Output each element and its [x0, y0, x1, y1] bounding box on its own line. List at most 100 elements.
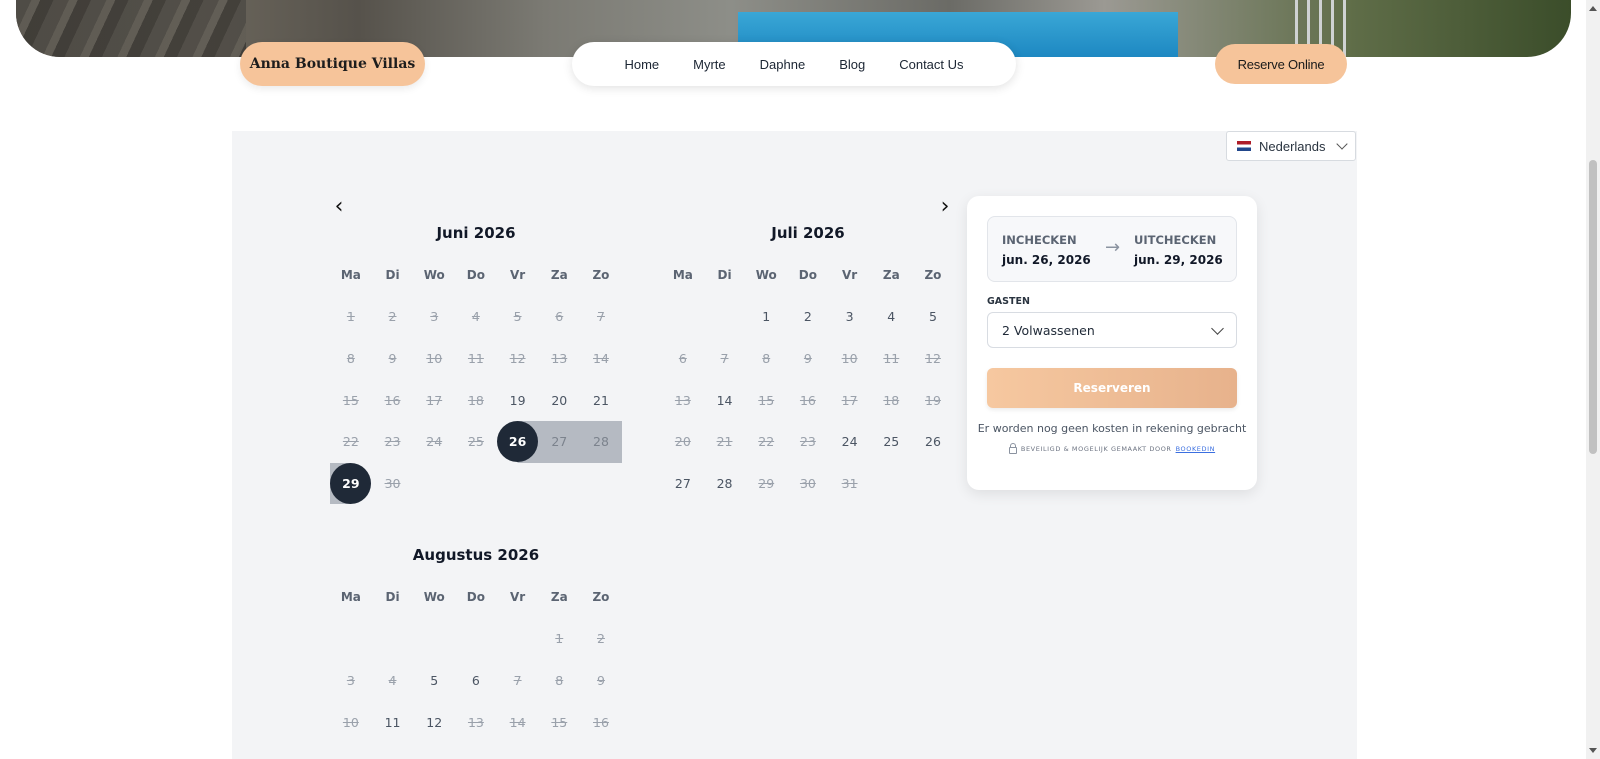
calendar-day[interactable]: 19 [497, 379, 539, 421]
calendar-empty-cell [704, 296, 746, 338]
calendar-day[interactable]: 28 [704, 463, 746, 505]
scroll-down-icon[interactable] [1589, 748, 1597, 753]
calendar-day: 7 [513, 673, 522, 689]
weekday-label: Di [385, 268, 400, 282]
guests-value: 2 Volwassenen [1002, 322, 1095, 338]
calendar-day[interactable]: 1 [745, 296, 787, 338]
calendar-day[interactable]: 20 [538, 379, 580, 421]
weekday-label: Za [550, 268, 568, 282]
calendar-day: 28 [580, 421, 622, 463]
scroll-up-icon[interactable] [1589, 6, 1597, 11]
weekday-label: Ma [672, 268, 693, 282]
checkout-value: jun. 29, 2026 [1134, 253, 1223, 267]
calendar-day[interactable]: 27 [662, 463, 704, 505]
weekday-label: Ma [340, 268, 361, 282]
secure-text: Beveiligd & mogelijk gemaakt door [1020, 445, 1172, 453]
calendar-day: 15 [551, 714, 568, 730]
page-scrollbar[interactable] [1586, 0, 1600, 759]
prev-month-button[interactable]: ‹ [329, 194, 349, 219]
calendar-day: 8 [555, 673, 564, 689]
nav-item-myrte[interactable]: Myrte [693, 57, 726, 72]
calendar-day[interactable]: 26 [912, 421, 954, 463]
day-grid-june: 1 2 3 4 5 6 7 8 9 10 11 12 13 14 15 16 17 18 19 20 21 22 23 24 2… [330, 296, 622, 505]
weekday-row: Ma Di Wo Do Vr Za Zo [330, 268, 622, 282]
month-title: Augustus 2026 [412, 546, 540, 564]
weekday-label: Vr [841, 268, 858, 282]
checkin-value: jun. 26, 2026 [1002, 253, 1091, 267]
no-costs-note: Er worden nog geen kosten in rekening ge… [977, 422, 1247, 435]
nav-item-daphne[interactable]: Daphne [760, 57, 806, 72]
weekday-label: Vr [509, 590, 526, 604]
weekday-label: Do [466, 268, 486, 282]
calendar-empty-cell [497, 618, 539, 660]
scroll-thumb[interactable] [1589, 160, 1597, 454]
calendar-day: 11 [883, 351, 900, 367]
guests-select[interactable]: 2 Volwassenen [987, 312, 1237, 348]
calendar-day: 22 [758, 434, 775, 450]
checkin-label: INCHECKEN [1002, 233, 1077, 247]
calendar-day: 11 [467, 351, 484, 367]
calendar-day[interactable]: 21 [580, 379, 622, 421]
calendar-day[interactable]: 4 [870, 296, 912, 338]
calendar-month-july: Juli 2026 [662, 224, 954, 244]
arrow-right-icon: → [1105, 237, 1121, 258]
stone-wall-image [16, 0, 246, 57]
calendar-day[interactable]: 29 [330, 462, 372, 505]
weekday-label: Zo [924, 268, 942, 282]
reserve-online-button[interactable]: Reserve Online [1215, 44, 1347, 84]
date-range-box[interactable]: INCHECKEN jun. 26, 2026 → UITCHECKEN jun… [987, 216, 1237, 282]
month-title: Juli 2026 [771, 224, 845, 242]
calendar-day: 3 [346, 673, 355, 689]
calendar-day[interactable]: 26 [496, 421, 539, 463]
weekday-label: Wo [423, 268, 445, 282]
calendar-empty-cell [330, 618, 372, 660]
calendar-day[interactable]: 12 [413, 701, 455, 743]
weekday-label: Do [798, 268, 818, 282]
calendar-day: 7 [596, 309, 605, 325]
calendar-day[interactable]: 2 [787, 296, 829, 338]
calendar-empty-cell [372, 618, 414, 660]
calendar-day: 23 [384, 434, 401, 450]
weekday-row: Ma Di Wo Do Vr Za Zo [330, 590, 622, 604]
bookedin-link[interactable]: Bookedin [1176, 445, 1216, 453]
calendar-day[interactable]: 24 [829, 421, 871, 463]
weekday-row: Ma Di Wo Do Vr Za Zo [662, 268, 954, 282]
calendar-day: 9 [388, 351, 397, 367]
calendar-day: 17 [841, 392, 858, 408]
calendar-day: 6 [555, 309, 564, 325]
calendar-day[interactable]: 25 [870, 421, 912, 463]
calendar-month-august: Augustus 2026 [330, 546, 622, 566]
nav-item-home[interactable]: Home [624, 57, 659, 72]
next-month-button[interactable]: › [935, 194, 955, 219]
calendar-day: 14 [509, 714, 526, 730]
calendar-day: 10 [426, 351, 443, 367]
calendar-day[interactable]: 11 [372, 701, 414, 743]
calendar-day: 23 [799, 434, 816, 450]
calendar-day: 3 [430, 309, 439, 325]
calendar-day: 6 [678, 351, 687, 367]
nav-item-contact[interactable]: Contact Us [899, 57, 963, 72]
calendar-day: 30 [384, 476, 401, 492]
booking-card: INCHECKEN jun. 26, 2026 → UITCHECKEN jun… [967, 196, 1257, 490]
weekday-label: Wo [755, 268, 777, 282]
weekday-label: Zo [592, 268, 610, 282]
dutch-flag-icon [1237, 141, 1251, 151]
calendar-day[interactable]: 5 [912, 296, 954, 338]
calendar-day: 18 [467, 392, 484, 408]
weekday-label: Za [550, 590, 568, 604]
weekday-label: Di [717, 268, 732, 282]
calendar-day[interactable]: 5 [413, 660, 455, 702]
month-title: Juni 2026 [436, 224, 516, 242]
nav-item-blog[interactable]: Blog [839, 57, 865, 72]
language-select[interactable]: Nederlands [1226, 131, 1356, 161]
reserve-button[interactable]: Reserveren [987, 368, 1237, 408]
chevron-down-icon [1335, 138, 1348, 150]
calendar-day[interactable]: 14 [704, 379, 746, 421]
calendar-day: 31 [841, 476, 858, 492]
language-label: Nederlands [1259, 138, 1326, 154]
calendar-day[interactable]: 6 [455, 660, 497, 702]
calendar-day: 4 [471, 309, 480, 325]
calendar-day[interactable]: 3 [829, 296, 871, 338]
weekday-label: Za [882, 268, 900, 282]
brand-logo[interactable]: Anna Boutique Villas [240, 42, 425, 86]
